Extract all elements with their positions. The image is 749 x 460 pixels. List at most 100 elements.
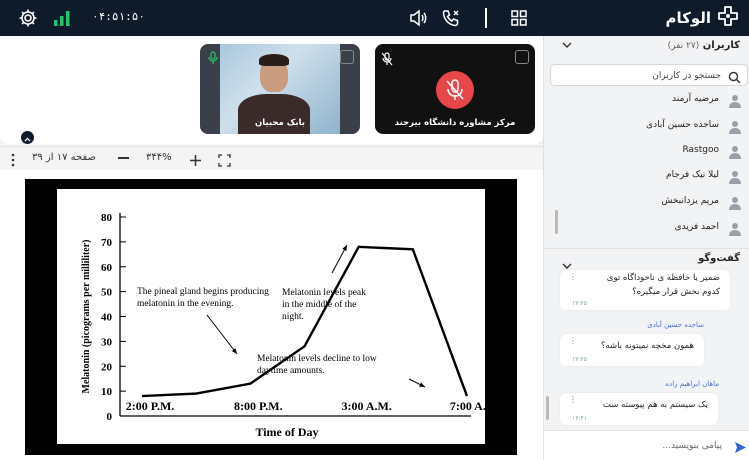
message-text: ضمیر یا حافظه ی ناخوداگاه توی: [606, 273, 720, 283]
participant-name: مرکز مشاوره دانشگاه بیرجند: [394, 118, 516, 128]
y-tick-label: 40: [101, 312, 113, 324]
chart-annotation: daytime amounts.: [257, 366, 325, 376]
user-name: احمد فریدی: [674, 222, 719, 232]
message-sender: ماهان ابراهیم زاده: [665, 380, 719, 388]
chart-annotation: Melatonin levels decline to low: [257, 354, 377, 364]
toolbar-divider: [485, 8, 487, 28]
users-header[interactable]: کاربران (۲۷ نفر): [544, 36, 749, 58]
pdf-toolbar: صفحه ۱۷ از ۳۹ ۳۴۴%: [0, 146, 543, 170]
search-input[interactable]: [561, 68, 721, 83]
collapse-videos-button[interactable]: [21, 131, 34, 144]
users-scrollbar[interactable]: [555, 210, 558, 234]
user-name: ساجده حسین آبادی: [646, 120, 719, 130]
user-avatar-icon: [729, 93, 741, 112]
user-avatar-icon: [729, 169, 741, 188]
y-tick-label: 80: [101, 212, 113, 224]
slide-page: 0 10 20 30 40 50 60 70 80 Melatonin (picograms pe…: [57, 189, 500, 444]
y-tick-label: 50: [101, 287, 113, 299]
side-panel: کاربران (۲۷ نفر) مرضیه آرمند ساجده حسین آ…: [543, 36, 749, 460]
users-title: کاربران (۲۷ نفر): [667, 40, 740, 51]
user-list-item[interactable]: لیلا نیک فرجام: [555, 166, 745, 186]
message-text: کدوم بخش قرار میگیره؟: [632, 287, 720, 297]
message-menu-icon[interactable]: ⋮: [569, 273, 577, 281]
chat-input-bar: [544, 430, 749, 460]
chat-message[interactable]: همون مخچه نمیتونه باشه؟ ⋮ ۱۳:۴۵: [560, 334, 704, 366]
users-count: (۲۷ نفر): [667, 41, 700, 51]
presentation-slide: 0 10 20 30 40 50 60 70 80 Melatonin (picograms pe…: [25, 179, 517, 455]
message-menu-icon[interactable]: ⋮: [569, 337, 577, 345]
signal-icon: [53, 9, 73, 31]
user-list-item[interactable]: مریم یزدانبخش: [555, 192, 745, 212]
x-tick-label: 7:00 A.M.: [450, 399, 485, 413]
chat-title: گفت‌وگو: [698, 253, 740, 264]
video-area: مرکز مشاوره دانشگاه بیرجند بابک محبیان: [0, 36, 543, 144]
message-time: ۱۳:۴۵: [572, 356, 587, 363]
chat-header[interactable]: گفت‌وگو: [544, 248, 749, 270]
speaker-body: [238, 94, 310, 134]
document-viewer: 0 10 20 30 40 50 60 70 80 Melatonin (picograms pe…: [0, 170, 543, 460]
chat-scrollbar[interactable]: [546, 396, 549, 420]
user-list-item[interactable]: مرضیه آرمند: [555, 90, 745, 110]
mic-muted-icon: [381, 51, 393, 70]
page-indicator: صفحه ۱۷ از ۳۹: [32, 152, 97, 163]
y-tick-label: 70: [101, 237, 113, 249]
chevron-down-icon[interactable]: [562, 41, 572, 52]
send-icon[interactable]: [734, 439, 747, 458]
message-input[interactable]: [562, 439, 722, 453]
message-text: همون مخچه نمیتونه باشه؟: [600, 341, 694, 351]
y-axis-label: Melatonin (picograms per milliliter): [81, 240, 92, 394]
search-icon[interactable]: [728, 69, 741, 88]
y-tick-label: 60: [101, 262, 113, 274]
brand-name: الوکام: [665, 9, 711, 27]
message-text: یک سیستم به هم پیوسته ست: [602, 400, 708, 410]
mic-active-icon: [207, 50, 219, 69]
video-tile-speaker[interactable]: بابک محبیان: [200, 44, 360, 134]
fullscreen-icon[interactable]: [515, 50, 529, 64]
user-list-item[interactable]: Rastgoo: [555, 141, 745, 161]
y-tick-label: 10: [101, 386, 113, 398]
grid-layout-icon[interactable]: [510, 9, 528, 31]
chart-annotation: melatonin in the evening.: [137, 299, 234, 309]
y-tick-label: 0: [107, 411, 113, 423]
user-avatar-icon: [729, 119, 741, 138]
annotation-arrow: [206, 314, 238, 355]
session-clock: ۰۴:۵۱:۵۰: [92, 10, 145, 23]
fit-screen-icon[interactable]: [218, 152, 231, 171]
user-avatar-icon: [729, 195, 741, 214]
x-axis-label: Time of Day: [255, 425, 318, 439]
brand: الوکام: [665, 6, 739, 30]
top-bar: ۰۴:۵۱:۵۰ الوکام: [0, 0, 749, 36]
chart-annotation: The pineal gland begins producing: [137, 287, 269, 297]
chat-message[interactable]: ضمیر یا حافظه ی ناخوداگاه توی کدوم بخش ق…: [560, 270, 730, 310]
message-time: ۱۳:۴۵: [572, 300, 587, 307]
fullscreen-icon[interactable]: [340, 50, 354, 64]
video-tile-advisor[interactable]: مرکز مشاوره دانشگاه بیرجند: [375, 44, 535, 134]
x-tick-label: 3:00 A.M.: [342, 399, 392, 413]
camera-off-avatar: [436, 71, 474, 109]
y-tick-label: 30: [101, 336, 113, 348]
user-avatar-icon: [729, 221, 741, 240]
message-time: ۱۳:۴۱: [572, 415, 587, 422]
user-list-item[interactable]: ساجده حسین آبادی: [555, 116, 745, 136]
chart-annotation: in the middle of the: [282, 299, 356, 310]
chart-annotation: night.: [282, 312, 304, 322]
user-name: Rastgoo: [682, 145, 719, 155]
zoom-out-button[interactable]: [118, 157, 129, 159]
zoom-level: ۳۴۴%: [146, 152, 172, 163]
user-name: مرضیه آرمند: [672, 94, 719, 104]
settings-icon[interactable]: [18, 8, 38, 32]
speaker-icon[interactable]: [408, 8, 428, 32]
chat-message[interactable]: یک سیستم به هم پیوسته ست ⋮ ۱۳:۴۱: [560, 393, 718, 425]
more-options-icon[interactable]: [11, 152, 15, 171]
x-tick-label: 2:00 P.M.: [126, 399, 175, 413]
hangup-call-icon[interactable]: [441, 8, 461, 32]
user-name: لیلا نیک فرجام: [666, 170, 719, 180]
user-list-item[interactable]: احمد فریدی: [555, 218, 745, 238]
y-tick-label: 20: [101, 361, 113, 373]
zoom-in-button[interactable]: [189, 152, 202, 171]
message-sender: ساجده حسین آبادی: [647, 321, 704, 329]
user-avatar-icon: [729, 144, 741, 163]
user-name: مریم یزدانبخش: [661, 196, 719, 206]
logo-icon: [717, 5, 739, 31]
message-menu-icon[interactable]: ⋮: [569, 396, 577, 404]
